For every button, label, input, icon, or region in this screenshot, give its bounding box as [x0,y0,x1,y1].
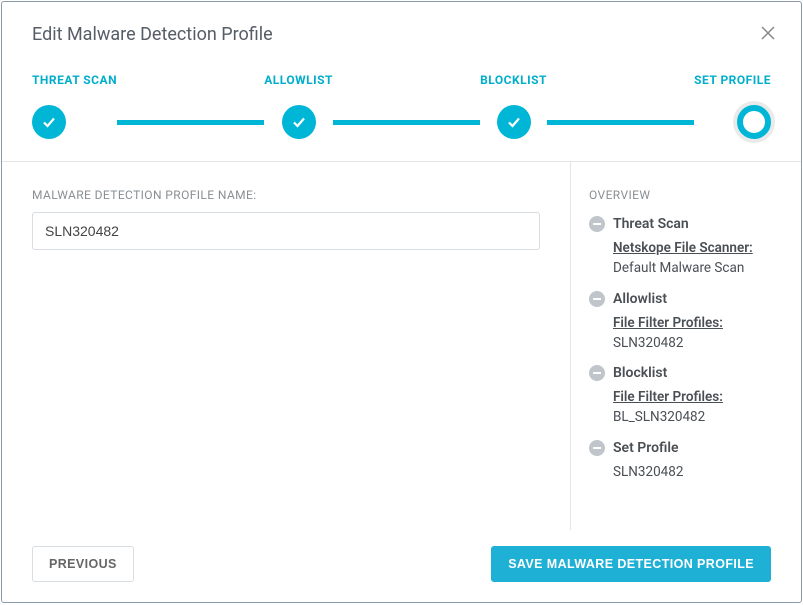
close-icon[interactable] [757,20,779,49]
modal-body: MALWARE DETECTION PROFILE NAME: OVERVIEW… [2,162,801,530]
save-button[interactable]: SAVE MALWARE DETECTION PROFILE [491,546,771,582]
overview-item-title: Blocklist [613,365,667,381]
wizard-stepper: THREAT SCAN ALLOWLIST BLOCKLIST SET PROF… [2,63,801,162]
modal-footer: PREVIOUS SAVE MALWARE DETECTION PROFILE [2,530,801,602]
step-circle-active [737,105,771,139]
overview-item-header[interactable]: Set Profile [589,440,781,456]
overview-item-value: BL_SLN320482 [613,409,705,425]
overview-item-link[interactable]: File Filter Profiles: [613,389,723,405]
overview-item-link[interactable]: File Filter Profiles: [613,315,723,331]
step-line [117,120,264,125]
step-line [333,120,480,125]
overview-item-header[interactable]: Blocklist [589,365,781,381]
step-label: SET PROFILE [694,73,771,87]
profile-name-input[interactable] [32,212,540,250]
check-icon [291,114,307,130]
step-line [547,120,694,125]
overview-item-title: Threat Scan [613,216,689,232]
collapse-icon [589,216,605,232]
step-circle-done [497,105,531,139]
overview-item-body: Netskope File Scanner: Default Malware S… [589,238,781,279]
step-allowlist[interactable]: ALLOWLIST [264,73,333,139]
collapse-icon [589,365,605,381]
check-icon [506,114,522,130]
profile-name-label: MALWARE DETECTION PROFILE NAME: [32,188,540,202]
step-circle-done [282,105,316,139]
form-panel: MALWARE DETECTION PROFILE NAME: [2,162,571,530]
modal-header: Edit Malware Detection Profile [2,2,801,63]
step-label: ALLOWLIST [264,73,333,87]
modal-title: Edit Malware Detection Profile [32,24,273,45]
step-label: THREAT SCAN [32,73,117,87]
overview-item-value: SLN320482 [613,335,683,351]
overview-item-threat-scan: Threat Scan Netskope File Scanner: Defau… [589,216,781,279]
collapse-icon [589,291,605,307]
overview-item-blocklist: Blocklist File Filter Profiles: BL_SLN32… [589,365,781,428]
overview-item-title: Allowlist [613,291,667,307]
overview-item-header[interactable]: Allowlist [589,291,781,307]
step-blocklist[interactable]: BLOCKLIST [480,73,547,139]
collapse-icon [589,440,605,456]
overview-item-value: Default Malware Scan [613,260,744,276]
step-set-profile[interactable]: SET PROFILE [694,73,771,139]
step-circle-done [32,105,66,139]
overview-item-allowlist: Allowlist File Filter Profiles: SLN32048… [589,291,781,354]
overview-item-set-profile: Set Profile SLN320482 [589,440,781,482]
step-label: BLOCKLIST [480,73,547,87]
overview-item-body: SLN320482 [589,462,781,482]
overview-item-title: Set Profile [613,440,679,456]
step-threat-scan[interactable]: THREAT SCAN [32,73,117,139]
edit-malware-profile-modal: Edit Malware Detection Profile THREAT SC… [1,1,802,603]
overview-item-body: File Filter Profiles: SLN320482 [589,313,781,354]
overview-heading: OVERVIEW [589,188,781,202]
previous-button[interactable]: PREVIOUS [32,546,134,582]
overview-item-body: File Filter Profiles: BL_SLN320482 [589,387,781,428]
check-icon [41,114,57,130]
overview-item-link[interactable]: Netskope File Scanner: [613,240,753,256]
overview-item-header[interactable]: Threat Scan [589,216,781,232]
overview-item-value: SLN320482 [613,464,683,480]
overview-panel: OVERVIEW Threat Scan Netskope File Scann… [571,162,801,530]
